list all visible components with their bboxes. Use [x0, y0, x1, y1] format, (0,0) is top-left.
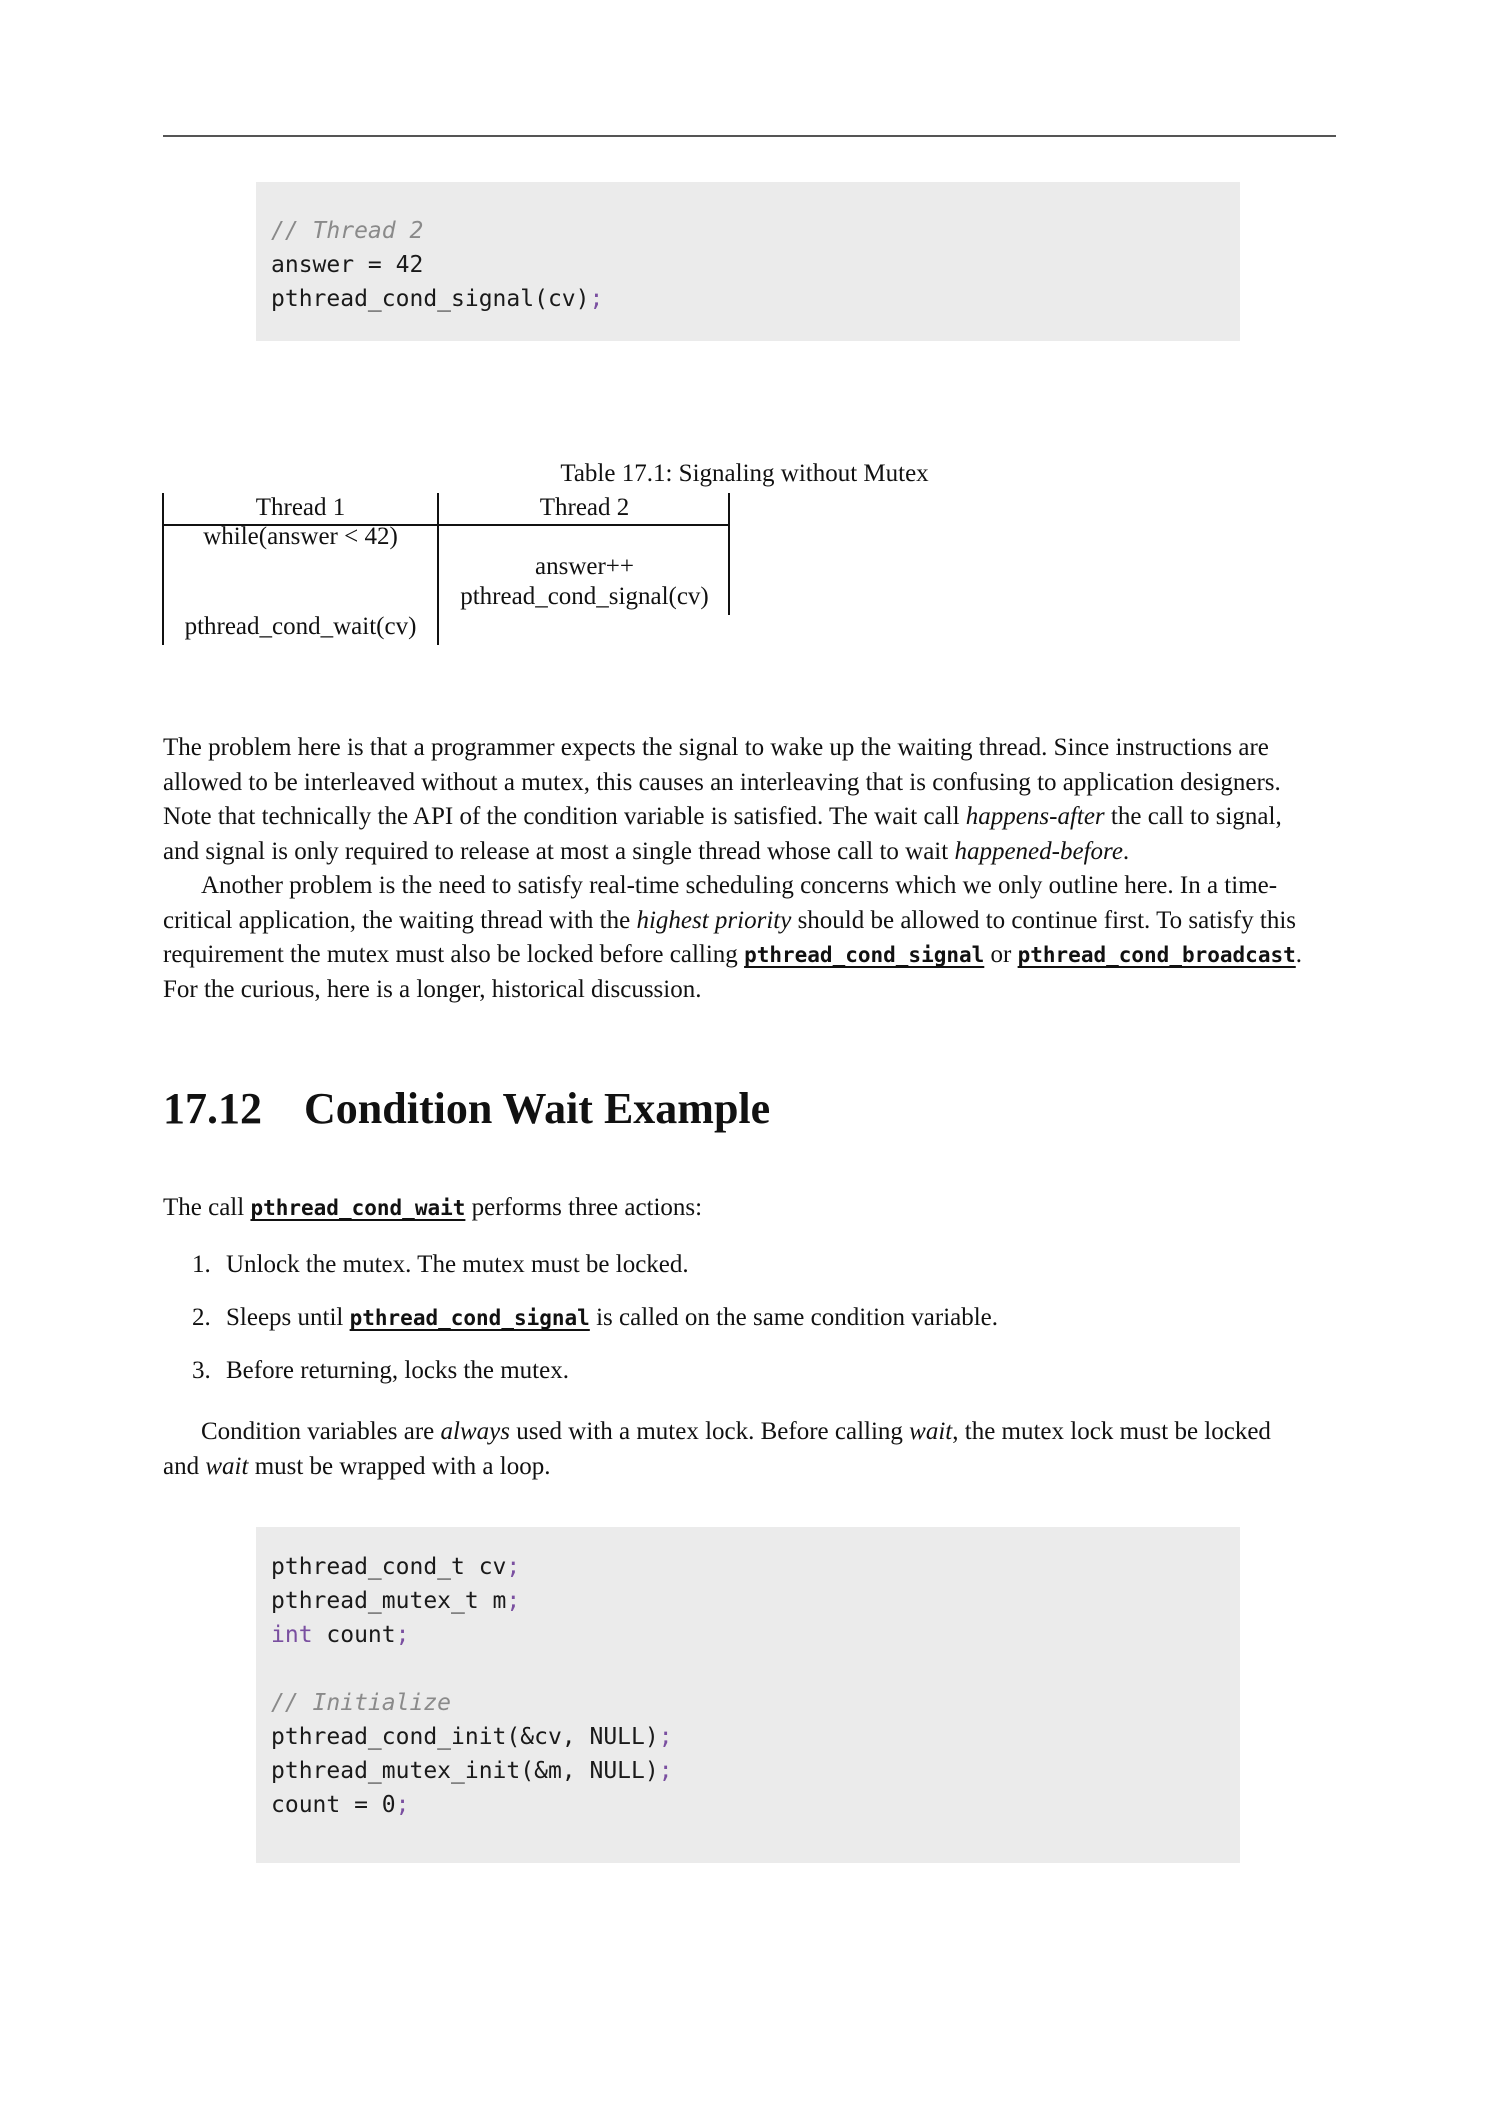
code-semicolon: ; — [506, 1588, 521, 1614]
code-line: int count; — [271, 1618, 410, 1652]
code-text: count = 0 — [271, 1792, 396, 1818]
list-item: 2. Sleeps until pthread_cond_signal is c… — [192, 1304, 998, 1332]
text-span: should be allowed to continue first. To … — [791, 906, 1296, 934]
code-line: answer = 42 — [271, 252, 424, 278]
code-line: pthread_mutex_init(&m, NULL); — [271, 1754, 673, 1788]
code-text: pthread_cond_init(&cv, NULL) — [271, 1724, 659, 1750]
text-line: and signal is only required to release a… — [163, 835, 1336, 870]
text-span: and — [163, 1452, 206, 1480]
text-span: or — [984, 941, 1018, 968]
code-semicolon: ; — [658, 1724, 673, 1750]
link-pthread-cond-broadcast[interactable]: pthread_cond_broadcast — [1018, 943, 1296, 967]
emphasis: highest priority — [636, 906, 792, 934]
emphasis: wait — [205, 1452, 249, 1480]
link-pthread-cond-wait[interactable]: pthread_cond_wait — [250, 1196, 465, 1220]
table-cell: pthread_cond_signal(cv) — [460, 583, 709, 610]
list-item: 3. Before returning, locks the mutex. — [192, 1357, 569, 1385]
code-semicolon: ; — [658, 1758, 673, 1784]
text-span: is called on the same condition variable… — [589, 1304, 999, 1331]
text-span: critical application, the waiting thread… — [163, 906, 637, 934]
text-span: Note that technically the API of the con… — [163, 803, 966, 830]
text-line: For the curious, here is a longer, histo… — [163, 975, 702, 1003]
paragraph-problem: The problem here is that a programmer ex… — [163, 731, 1336, 869]
text-span: performs three actions: — [465, 1194, 703, 1221]
text-line: Another problem is the need to satisfy r… — [163, 869, 1336, 904]
text-span: , the mutex lock must be locked — [952, 1418, 1271, 1445]
signaling-table: Thread 1 Thread 2 while(answer < 42) ans… — [162, 493, 730, 645]
code-comment: // Initialize — [271, 1690, 452, 1716]
text-span: The call — [163, 1194, 251, 1221]
text-line: The problem here is that a programmer ex… — [163, 734, 1269, 761]
code-line: pthread_cond_init(&cv, NULL); — [271, 1720, 673, 1754]
text-span: used with a mutex lock. Before calling — [509, 1418, 910, 1445]
table-cell: pthread_cond_wait(cv) — [184, 613, 417, 640]
code-comment: // Thread 2 — [271, 218, 424, 244]
list-text: Unlock the mutex. The mutex must be lock… — [226, 1251, 689, 1278]
code-semicolon: ; — [589, 286, 604, 312]
emphasis: wait — [909, 1418, 953, 1445]
code-semicolon: ; — [506, 1554, 521, 1580]
text-span: . — [1122, 837, 1130, 865]
emphasis: happened-before — [954, 837, 1123, 865]
intro-line: The call pthread_cond_wait performs thre… — [163, 1191, 702, 1226]
header-thread-1: Thread 1 — [255, 494, 346, 521]
text-span: . — [1295, 941, 1303, 968]
section-number: 17.12 — [163, 1084, 262, 1133]
text-line: allowed to be interleaved without a mute… — [163, 768, 1281, 796]
text-line: and wait must be wrapped with a loop. — [163, 1450, 1336, 1485]
code-line: pthread_cond_signal(cv); — [271, 282, 603, 316]
text-span: Another problem is the need to satisfy r… — [201, 872, 1278, 899]
header-thread-2: Thread 2 — [539, 494, 630, 521]
header-rule — [163, 135, 1336, 137]
text-line: Note that technically the API of the con… — [163, 800, 1336, 835]
code-text: pthread_mutex_t m — [271, 1588, 507, 1614]
text-span: and signal is only required to release a… — [163, 837, 955, 865]
section-heading: 17.12 Condition Wait Example — [163, 1083, 770, 1134]
list-text: Before returning, locks the mutex. — [226, 1357, 569, 1384]
paragraph-realtime: Another problem is the need to satisfy r… — [163, 869, 1336, 1007]
code-text: pthread_mutex_init(&m, NULL) — [271, 1758, 659, 1784]
list-item: 1. Unlock the mutex. The mutex must be l… — [192, 1251, 689, 1279]
code-block-init: pthread_cond_t cv; pthread_mutex_t m; in… — [256, 1527, 1240, 1863]
text-line: requirement the mutex must also be locke… — [163, 938, 1336, 973]
table-caption: Table 17.1: Signaling without Mutex — [560, 460, 929, 487]
text-span: requirement the mutex must also be locke… — [163, 941, 745, 968]
code-block-thread2: // Thread 2 answer = 42 pthread_cond_sig… — [256, 182, 1240, 341]
table-cell: while(answer < 42) — [203, 523, 398, 550]
section-title: Condition Wait Example — [304, 1084, 771, 1133]
code-line: count = 0; — [271, 1788, 409, 1822]
table-cell: answer++ — [535, 553, 634, 580]
emphasis: always — [440, 1418, 510, 1445]
emphasis: happens-after — [965, 803, 1105, 830]
code-call: pthread_cond_signal(cv) — [271, 286, 590, 312]
code-keyword: int — [271, 1622, 313, 1648]
code-line: pthread_mutex_t m; — [271, 1584, 520, 1618]
text-span: Sleeps until — [226, 1304, 350, 1331]
paragraph-condition-vars: Condition variables are always used with… — [163, 1415, 1336, 1484]
code-line: pthread_cond_t cv; — [271, 1550, 520, 1584]
text-line: critical application, the waiting thread… — [163, 904, 1336, 939]
list-text: Sleeps until pthread_cond_signal is call… — [226, 1304, 998, 1332]
list-number: 3. — [192, 1357, 211, 1384]
list-number: 1. — [192, 1251, 211, 1278]
link-pthread-cond-signal[interactable]: pthread_cond_signal — [350, 1306, 590, 1330]
text-span: must be wrapped with a loop. — [248, 1452, 551, 1480]
text-line: Condition variables are always used with… — [163, 1415, 1336, 1450]
code-text: pthread_cond_t cv — [271, 1554, 507, 1580]
text-span: the call to signal, — [1104, 803, 1282, 830]
list-number: 2. — [192, 1304, 211, 1331]
text-span: Condition variables are — [201, 1418, 441, 1445]
code-semicolon: ; — [395, 1792, 410, 1818]
link-pthread-cond-signal[interactable]: pthread_cond_signal — [744, 943, 984, 967]
code-semicolon: ; — [395, 1622, 410, 1648]
code-text: count — [312, 1622, 396, 1648]
